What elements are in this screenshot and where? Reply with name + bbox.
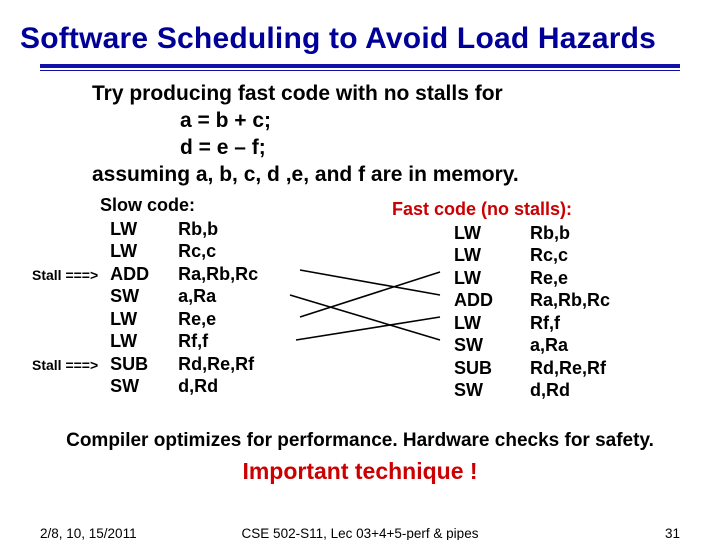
args-cell: d,Rd [506,379,610,402]
slow-row: LWRb,b [32,218,258,241]
op-cell: LW [454,312,506,335]
slow-code-block: Slow code: LWRb,b LWRc,c Stall ===>ADDRa… [100,195,258,398]
args-cell: a,Ra [506,334,610,357]
slow-row: Stall ===>SUBRd,Re,Rf [32,353,258,376]
op-cell: LW [454,222,506,245]
slow-row: LWRc,c [32,240,258,263]
args-cell: Rc,c [164,240,258,263]
args-cell: Rc,c [506,244,610,267]
fast-code-heading: Fast code (no stalls): [392,199,610,220]
fast-row: LWRc,c [454,244,610,267]
footer-page: 31 [665,526,680,540]
op-cell: LW [110,308,164,331]
args-cell: d,Rd [164,375,258,398]
args-cell: Re,e [506,267,610,290]
slow-row: LWRf,f [32,330,258,353]
fast-row: SWa,Ra [454,334,610,357]
args-cell: a,Ra [164,285,258,308]
intro-block: Try producing fast code with no stalls f… [92,81,680,189]
op-cell: SW [110,285,164,308]
slow-row: LWRe,e [32,308,258,331]
args-cell: Rd,Re,Rf [506,357,610,380]
op-cell: SUB [454,357,506,380]
footer-course: CSE 502-S11, Lec 03+4+5-perf & pipes [0,526,720,540]
important-note: Important technique ! [0,458,720,485]
slow-row: SWa,Ra [32,285,258,308]
stall-cell [32,308,110,331]
slow-row: Stall ===>ADDRa,Rb,Rc [32,263,258,286]
fast-row: LWRe,e [454,267,610,290]
op-cell: SW [110,375,164,398]
args-cell: Re,e [164,308,258,331]
stall-cell: Stall ===> [32,263,110,286]
stall-cell [32,240,110,263]
stall-cell: Stall ===> [32,353,110,376]
args-cell: Rd,Re,Rf [164,353,258,376]
args-cell: Ra,Rb,Rc [164,263,258,286]
args-cell: Ra,Rb,Rc [506,289,610,312]
op-cell: SW [454,379,506,402]
args-cell: Rf,f [506,312,610,335]
slide-title: Software Scheduling to Avoid Load Hazard… [0,0,720,62]
op-cell: LW [110,218,164,241]
intro-line-3: d = e – f; [180,135,680,162]
args-cell: Rf,f [164,330,258,353]
slow-code-table: LWRb,b LWRc,c Stall ===>ADDRa,Rb,Rc SWa,… [32,218,258,398]
stall-cell [32,285,110,308]
stall-cell [32,330,110,353]
args-cell: Rb,b [506,222,610,245]
op-cell: LW [454,244,506,267]
op-cell: LW [110,240,164,263]
title-rule-thin [40,70,680,71]
op-cell: LW [454,267,506,290]
fast-row: LWRb,b [454,222,610,245]
stall-cell [32,375,110,398]
op-cell: SUB [110,353,164,376]
fast-code-table: LWRb,b LWRc,c LWRe,e ADDRa,Rb,Rc LWRf,f … [454,222,610,402]
op-cell: ADD [454,289,506,312]
slow-row: SWd,Rd [32,375,258,398]
slow-code-heading: Slow code: [100,195,258,216]
intro-line-4: assuming a, b, c, d ,e, and f are in mem… [92,162,680,189]
title-rule-thick [40,64,680,68]
fast-row: SWd,Rd [454,379,610,402]
stall-cell [32,218,110,241]
code-columns: Slow code: LWRb,b LWRc,c Stall ===>ADDRa… [0,195,720,425]
optimizer-note: Compiler optimizes for performance. Hard… [0,430,720,452]
fast-row: SUBRd,Re,Rf [454,357,610,380]
op-cell: ADD [110,263,164,286]
fast-row: LWRf,f [454,312,610,335]
op-cell: LW [110,330,164,353]
intro-line-2: a = b + c; [180,108,680,135]
intro-line-1: Try producing fast code with no stalls f… [92,81,680,108]
fast-row: ADDRa,Rb,Rc [454,289,610,312]
args-cell: Rb,b [164,218,258,241]
slide: Software Scheduling to Avoid Load Hazard… [0,0,720,540]
op-cell: SW [454,334,506,357]
fast-code-block: Fast code (no stalls): LWRb,b LWRc,c LWR… [392,199,610,402]
